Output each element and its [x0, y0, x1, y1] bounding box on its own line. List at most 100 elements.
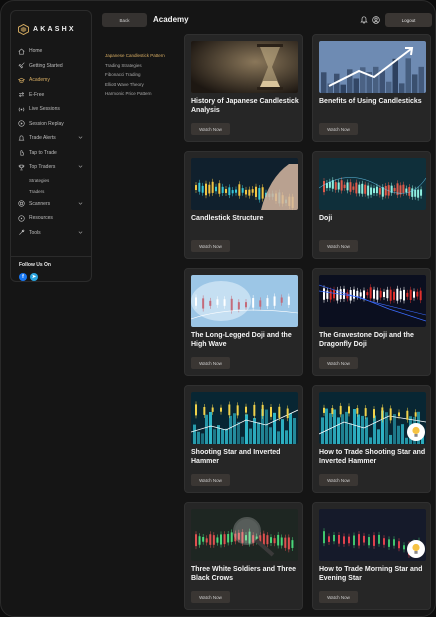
topic-item[interactable]: Japanese Candlestick Pattern — [105, 53, 165, 63]
sidebar-item-label: Academy — [29, 77, 50, 84]
brand-name: AKASHX — [33, 25, 76, 33]
course-title: Three White Soldiers and Three Black Cro… — [191, 566, 297, 582]
course-thumbnail[interactable] — [319, 392, 426, 444]
watch-now-button[interactable]: Watch Now — [319, 123, 358, 135]
facebook-icon[interactable]: f — [19, 273, 27, 281]
watch-now-button[interactable]: Watch Now — [191, 357, 230, 369]
course-thumbnail[interactable] — [191, 392, 298, 444]
sidebar-item-resources[interactable]: Resources — [11, 211, 91, 226]
course-card[interactable]: Candlestick Structure Watch Now — [184, 151, 303, 259]
watch-now-button[interactable]: Watch Now — [191, 474, 230, 486]
rocket-icon — [18, 62, 25, 69]
course-thumbnail[interactable] — [319, 509, 426, 561]
sidebar-item-label: Home — [29, 48, 43, 55]
watch-now-button[interactable]: Watch Now — [319, 357, 358, 369]
course-title: How to Trade Morning Star and Evening St… — [319, 566, 423, 582]
course-thumbnail[interactable] — [191, 509, 298, 561]
watch-now-button[interactable]: Watch Now — [191, 123, 230, 135]
logout-button[interactable]: Logout — [385, 13, 432, 27]
lightbulb-icon — [407, 423, 425, 441]
topic-item[interactable]: Harmonic Price Pattern — [105, 91, 165, 101]
topic-item[interactable]: Elliott Wave Theory — [105, 82, 165, 92]
chevron-down-icon[interactable] — [78, 164, 83, 169]
watch-now-button[interactable]: Watch Now — [191, 591, 230, 603]
chevron-down-icon[interactable] — [78, 201, 83, 206]
sidebar-item-label: Scanners — [29, 200, 51, 207]
topic-item[interactable]: Fibonacci Trading — [105, 72, 165, 82]
broadcast-icon — [18, 106, 25, 113]
scanner-icon — [18, 200, 25, 207]
bell-icon — [18, 135, 25, 142]
sidebar-item-home[interactable]: Home — [11, 44, 91, 59]
sidebar-item-tap-to-trade[interactable]: Tap to Trade — [11, 146, 91, 161]
tap-icon — [18, 149, 25, 156]
course-thumbnail[interactable] — [319, 275, 426, 327]
course-title: How to Trade Shooting Star and Inverted … — [319, 449, 426, 465]
sidebar-item-top-traders[interactable]: Top Traders — [11, 160, 91, 175]
course-title: Candlestick Structure — [191, 215, 264, 222]
course-thumbnail[interactable] — [319, 41, 426, 93]
watch-now-button[interactable]: Watch Now — [319, 474, 358, 486]
back-button[interactable]: Back — [102, 13, 147, 27]
user-profile-icon[interactable] — [372, 16, 380, 24]
sidebar-item-label: Tap to Trade — [29, 149, 57, 156]
sidebar-item-label: Resources — [29, 215, 53, 222]
course-thumbnail[interactable] — [319, 158, 426, 210]
sidebar-item-live-sessions[interactable]: Live Sessions — [11, 102, 91, 117]
divider — [11, 256, 91, 257]
app-window: AKASHX Home Getting Started Academy E-Free L… — [0, 0, 436, 617]
watch-now-button[interactable]: Watch Now — [191, 240, 230, 252]
course-title: The Long-Legged Doji and the High Wave — [191, 332, 292, 348]
exchange-icon — [18, 91, 25, 98]
course-card[interactable]: The Gravestone Doji and the Dragonfly Do… — [312, 268, 431, 376]
course-card[interactable]: How to Trade Shooting Star and Inverted … — [312, 385, 431, 493]
course-title: Doji — [319, 215, 333, 222]
course-card[interactable]: Shooting Star and Inverted Hammer Watch N… — [184, 385, 303, 493]
sidebar-item-e-free[interactable]: E-Free — [11, 88, 91, 103]
course-card[interactable]: Benefits of Using Candlesticks Watch Now — [312, 34, 431, 142]
brand[interactable]: AKASHX — [11, 11, 91, 39]
sidebar-item-label: Top Traders — [29, 164, 56, 171]
course-card[interactable]: History of Japanese Candlestick Analysis… — [184, 34, 303, 142]
course-card[interactable]: The Long-Legged Doji and the High Wave Wa… — [184, 268, 303, 376]
sidebar-item-label: Live Sessions — [29, 106, 60, 113]
course-thumbnail[interactable] — [191, 158, 298, 210]
topic-item[interactable]: Trading Strategies — [105, 63, 165, 73]
trophy-icon — [18, 164, 25, 171]
sidebar-item-tools[interactable]: Tools — [11, 226, 91, 241]
sidebar-item-label: Trade Alerts — [29, 135, 56, 142]
sidebar-item-academy[interactable]: Academy — [11, 73, 91, 88]
chevron-down-icon[interactable] — [78, 230, 83, 235]
sidebar-item-session-replay[interactable]: Session Replay — [11, 117, 91, 132]
sidebar-item-trade-alerts[interactable]: Trade Alerts — [11, 131, 91, 146]
sidebar-item-scanners[interactable]: Scanners — [11, 197, 91, 212]
sidebar-subitem-traders[interactable]: Traders — [11, 186, 91, 197]
watch-now-button[interactable]: Watch Now — [319, 240, 358, 252]
sidebar-nav: Home Getting Started Academy E-Free Live Ses… — [11, 44, 91, 240]
tools-icon — [18, 229, 25, 236]
play-circle-icon — [18, 120, 25, 127]
sidebar-subitem-strategies[interactable]: Strategies — [11, 175, 91, 186]
sidebar: AKASHX Home Getting Started Academy E-Free L… — [10, 10, 92, 282]
telegram-icon[interactable]: ➤ — [30, 273, 38, 281]
chevron-down-icon[interactable] — [78, 135, 83, 140]
course-thumbnail[interactable] — [191, 275, 298, 327]
course-thumbnail[interactable] — [191, 41, 298, 93]
follow-title: Follow Us On — [19, 262, 51, 268]
graduation-cap-icon — [18, 77, 25, 84]
course-title: Benefits of Using Candlesticks — [319, 98, 422, 105]
lightbulb-icon — [407, 540, 425, 558]
course-card[interactable]: How to Trade Morning Star and Evening St… — [312, 502, 431, 610]
notification-bell-icon[interactable] — [360, 16, 368, 24]
course-title: Shooting Star and Inverted Hammer — [191, 449, 281, 465]
course-card[interactable]: Doji Watch Now — [312, 151, 431, 259]
sidebar-item-getting-started[interactable]: Getting Started — [11, 59, 91, 74]
page-title: Academy — [153, 15, 189, 24]
course-title: The Gravestone Doji and the Dragonfly Do… — [319, 332, 414, 348]
sidebar-item-label: Tools — [29, 229, 41, 236]
watch-now-button[interactable]: Watch Now — [319, 591, 358, 603]
home-icon — [18, 48, 25, 55]
course-card[interactable]: Three White Soldiers and Three Black Cro… — [184, 502, 303, 610]
brand-logo-icon — [18, 23, 29, 35]
sidebar-item-label: Session Replay — [29, 120, 64, 127]
